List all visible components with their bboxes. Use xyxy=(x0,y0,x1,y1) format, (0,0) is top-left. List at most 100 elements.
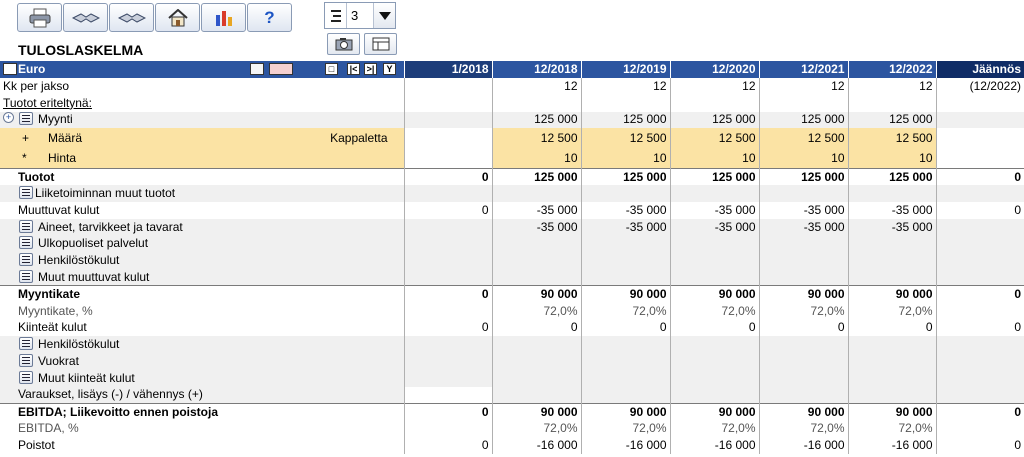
table-cell[interactable]: 12 500 xyxy=(758,128,848,149)
table-layout-icon xyxy=(372,37,389,51)
table-cell: 90 000 xyxy=(491,285,581,303)
table-row: Ulkopuoliset palvelut xyxy=(0,235,1024,253)
table-row: EBITDA, % 72,0% 72,0% 72,0% 72,0% 72,0% xyxy=(0,420,1024,438)
row-marker: + xyxy=(22,130,30,145)
table-cell: -35 000 xyxy=(758,201,848,219)
period-header: 12/2021 xyxy=(758,61,848,78)
page-title: TULOSLASKELMA xyxy=(18,42,144,58)
table-cell: 90 000 xyxy=(580,285,670,303)
row-menu-icon[interactable] xyxy=(19,236,33,250)
table-cell: 125 000 xyxy=(491,111,581,129)
help-button[interactable]: ? xyxy=(247,3,292,32)
unit-icon[interactable] xyxy=(269,63,293,75)
table-cell: -16 000 xyxy=(758,437,848,454)
row-menu-icon[interactable] xyxy=(19,186,33,200)
row-label: EBITDA; Liikevoitto ennen poistoja xyxy=(0,403,404,421)
row-menu-icon[interactable] xyxy=(19,219,33,233)
table-icon[interactable] xyxy=(3,63,17,75)
outline-level-icon xyxy=(325,3,347,28)
table-cell: 0 xyxy=(935,437,1024,454)
row-label: Muut muuttuvat kulut xyxy=(0,269,404,286)
sort-icon[interactable] xyxy=(250,63,264,75)
row-label-text: Muut kiinteät kulut xyxy=(38,370,135,385)
row-menu-icon[interactable] xyxy=(19,337,33,351)
expand-icon[interactable]: + xyxy=(3,112,14,124)
print-button[interactable] xyxy=(17,3,62,32)
table-cell[interactable]: 12 xyxy=(758,78,848,95)
table-cell[interactable]: 10 xyxy=(758,148,848,169)
row-label-text: Vuokrat xyxy=(38,354,79,369)
row-label-text: Hinta xyxy=(48,150,77,165)
table-cell[interactable]: 10 xyxy=(491,148,581,169)
table-row: Myyntikate 0 90 000 90 000 90 000 90 000… xyxy=(0,285,1024,303)
help-icon: ? xyxy=(264,7,275,27)
row-label: Myyntikate, % xyxy=(18,303,93,318)
table-cell[interactable] xyxy=(403,128,492,149)
table-cell[interactable]: 10 xyxy=(847,148,936,169)
home-button[interactable] xyxy=(155,3,200,32)
row-menu-icon[interactable] xyxy=(19,354,33,368)
chart-button[interactable] xyxy=(201,3,246,32)
table-row: Muut muuttuvat kulut xyxy=(0,269,1024,286)
table-cell xyxy=(403,420,492,438)
table-cell: 72,0% xyxy=(847,302,936,320)
table-cell[interactable]: 12 xyxy=(669,78,759,95)
table-cell: 72,0% xyxy=(580,420,670,438)
table-cell: 125 000 xyxy=(669,111,759,129)
row-menu-icon[interactable] xyxy=(19,253,33,267)
table-cell: 125 000 xyxy=(580,111,670,129)
handshake-right-button[interactable] xyxy=(109,3,154,32)
printer-icon xyxy=(29,8,50,27)
table-cell: 72,0% xyxy=(491,302,581,320)
row-label: EBITDA, % xyxy=(18,421,79,436)
row-menu-icon[interactable] xyxy=(19,370,33,384)
table-cell[interactable]: 12 xyxy=(491,78,581,95)
level-select[interactable]: 3 xyxy=(324,2,396,29)
table-cell: 0 xyxy=(491,319,581,337)
first-period-icon[interactable]: |< xyxy=(347,63,360,75)
chevron-down-icon[interactable] xyxy=(373,3,395,28)
period-header: 12/2019 xyxy=(580,61,670,78)
table-row: Aineet, tarvikkeet ja tavarat -35 000 -3… xyxy=(0,218,1024,236)
collapse-icon[interactable]: □ xyxy=(325,63,338,75)
table-cell[interactable]: 12 500 xyxy=(491,128,581,149)
table-cell: -35 000 xyxy=(847,218,936,236)
table-cell[interactable]: 12 500 xyxy=(847,128,936,149)
table-cell: -35 000 xyxy=(580,218,670,236)
row-label: Kk per jakso xyxy=(3,78,70,93)
home-icon xyxy=(167,8,188,26)
table-cell xyxy=(403,302,492,320)
filter-icon[interactable]: Y xyxy=(383,63,396,75)
table-cell: 0 xyxy=(403,201,492,219)
table-cell: 0 xyxy=(403,319,492,337)
row-menu-icon[interactable] xyxy=(19,269,33,283)
table-row: Henkilöstökulut xyxy=(0,336,1024,354)
handshake-left-button[interactable] xyxy=(63,3,108,32)
snapshot-button[interactable] xyxy=(327,33,360,55)
table-cell: -16 000 xyxy=(847,437,936,454)
row-label: Ulkopuoliset palvelut xyxy=(0,235,404,253)
table-cell: 90 000 xyxy=(491,403,581,421)
row-label: Myyntikate xyxy=(0,285,404,303)
table-cell[interactable]: 12 xyxy=(580,78,670,95)
last-period-icon[interactable]: >| xyxy=(364,63,377,75)
table-cell: 90 000 xyxy=(669,285,759,303)
table-cell: 0 xyxy=(758,319,848,337)
table-cell[interactable]: 10 xyxy=(580,148,670,169)
table-cell[interactable]: 12 xyxy=(847,78,936,95)
table-cell[interactable] xyxy=(403,148,492,169)
table-cell: 125 000 xyxy=(669,167,759,186)
table-cell[interactable]: 10 xyxy=(669,148,759,169)
table-row: Muut kiinteät kulut xyxy=(0,369,1024,387)
row-label-text: Määrä xyxy=(48,130,83,145)
table-cell: -16 000 xyxy=(491,437,581,454)
table-cell[interactable]: 12 500 xyxy=(580,128,670,149)
table-cell[interactable]: 12 500 xyxy=(669,128,759,149)
currency-header: Euro □ |< >| Y xyxy=(0,61,404,78)
layout-button[interactable] xyxy=(364,33,397,55)
table-cell: -35 000 xyxy=(580,201,670,219)
table-row: EBITDA; Liikevoitto ennen poistoja 0 90 … xyxy=(0,403,1024,421)
row-label: Tuotot eriteltynä: xyxy=(3,95,92,110)
row-menu-icon[interactable] xyxy=(19,112,33,126)
table-cell[interactable] xyxy=(403,78,492,95)
